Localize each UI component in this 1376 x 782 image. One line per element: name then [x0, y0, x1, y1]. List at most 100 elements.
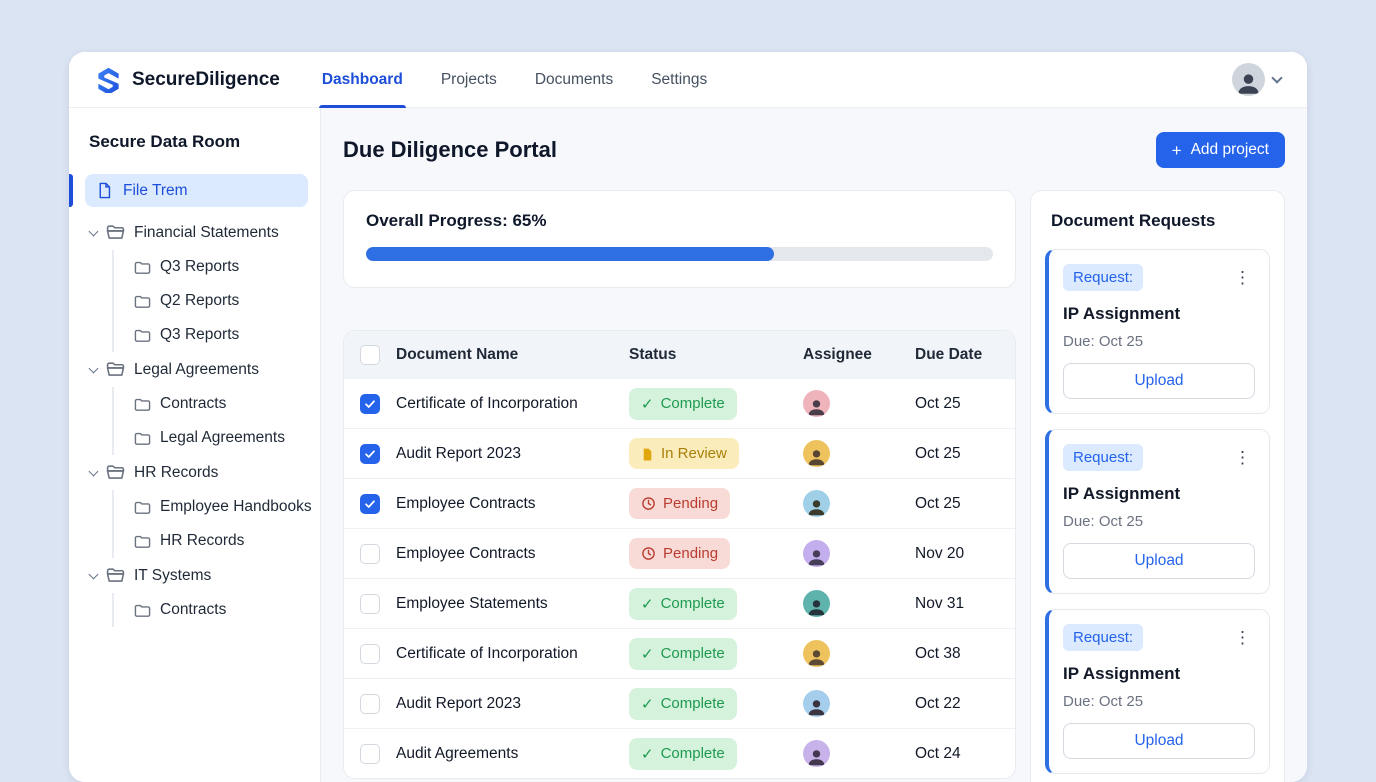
panel-title: Document Requests: [1045, 211, 1270, 231]
documents-table: Document Name Status Assignee Due Date C…: [343, 330, 1016, 779]
brand-name: SecureDiligence: [132, 69, 280, 91]
document-name: Audit Agreements: [396, 745, 613, 763]
folder-open-icon: [106, 566, 125, 585]
user-avatar[interactable]: [1232, 63, 1265, 96]
tree-item[interactable]: Contracts: [114, 387, 320, 421]
due-date: Oct 25: [915, 495, 999, 513]
check-icon: ✓: [641, 745, 654, 763]
table-row: Employee Contracts Pending Oct 25: [344, 478, 1015, 528]
tree-item[interactable]: Q2 Reports: [114, 284, 320, 318]
row-checkbox[interactable]: [360, 394, 380, 414]
nav-projects[interactable]: Projects: [441, 52, 497, 108]
tree-item[interactable]: HR Records: [114, 524, 320, 558]
check-icon: ✓: [641, 645, 654, 663]
sidebar: Secure Data Room File Trem Financial Sta…: [69, 108, 321, 782]
row-checkbox[interactable]: [360, 444, 380, 464]
row-checkbox[interactable]: [360, 644, 380, 664]
kebab-menu-icon[interactable]: ⋮: [1230, 267, 1255, 288]
tree-folder-it-systems[interactable]: IT Systems: [69, 558, 320, 593]
document-name: Employee Contracts: [396, 495, 613, 513]
select-all-checkbox[interactable]: [360, 345, 380, 365]
assignee-avatar: [803, 740, 830, 767]
request-badge: Request:: [1063, 444, 1143, 471]
status-badge: ✓Complete: [629, 738, 737, 770]
check-icon: [364, 498, 376, 510]
folder-icon: [134, 396, 151, 413]
folder-icon: [134, 499, 151, 516]
table-row: Audit Agreements ✓Complete Oct 24: [344, 728, 1015, 778]
request-badge: Request:: [1063, 624, 1143, 651]
tree-item[interactable]: Q3 Reports: [114, 318, 320, 352]
row-checkbox[interactable]: [360, 694, 380, 714]
due-date: Nov 31: [915, 595, 999, 613]
assignee-avatar: [803, 640, 830, 667]
tree-item[interactable]: Q3 Reports: [114, 250, 320, 284]
user-menu[interactable]: [1232, 63, 1281, 96]
request-due: Due: Oct 25: [1063, 333, 1255, 350]
overall-progress-card: Overall Progress: 65%: [343, 190, 1016, 288]
sidebar-item-label: File Trem: [123, 182, 188, 200]
tree-item[interactable]: Legal Agreements: [114, 421, 320, 455]
document-name: Certificate of Incorporation: [396, 645, 613, 663]
row-checkbox[interactable]: [360, 544, 380, 564]
folder-icon: [134, 259, 151, 276]
nav-settings[interactable]: Settings: [651, 52, 707, 108]
assignee-avatar: [803, 440, 830, 467]
folder-open-icon: [106, 360, 125, 379]
due-date: Oct 25: [915, 395, 999, 413]
assignee-avatar: [803, 490, 830, 517]
due-date: Oct 38: [915, 645, 999, 663]
row-checkbox[interactable]: [360, 494, 380, 514]
request-title: IP Assignment: [1063, 304, 1255, 324]
check-icon: ✓: [641, 395, 654, 413]
folder-open-icon: [106, 463, 125, 482]
folder-icon: [134, 602, 151, 619]
clock-icon: [641, 546, 656, 561]
table-row: Certificate of Incorporation ✓Complete O…: [344, 378, 1015, 428]
document-name: Employee Contracts: [396, 545, 613, 563]
request-due: Due: Oct 25: [1063, 513, 1255, 530]
progress-label: Overall Progress: 65%: [366, 211, 993, 231]
table-header-row: Document Name Status Assignee Due Date: [344, 331, 1015, 378]
check-icon: [364, 448, 376, 460]
kebab-menu-icon[interactable]: ⋮: [1230, 447, 1255, 468]
app-window: SecureDiligence Dashboard Projects Docum…: [69, 52, 1307, 782]
kebab-menu-icon[interactable]: ⋮: [1230, 627, 1255, 648]
tree-folder-label: Financial Statements: [134, 224, 279, 242]
row-checkbox[interactable]: [360, 594, 380, 614]
assignee-avatar: [803, 390, 830, 417]
tree-folder-financial-statements[interactable]: Financial Statements: [69, 215, 320, 250]
folder-icon: [134, 293, 151, 310]
upload-button[interactable]: Upload: [1063, 543, 1255, 579]
table-row: Employee Contracts Pending Nov 20: [344, 528, 1015, 578]
brand-logo-icon: [95, 66, 122, 93]
assignee-avatar: [803, 590, 830, 617]
tree-folder-label: IT Systems: [134, 567, 211, 585]
request-card: Request: ⋮ IP Assignment Due: Oct 25 Upl…: [1045, 429, 1270, 594]
row-checkbox[interactable]: [360, 744, 380, 764]
tree-children: Contracts: [112, 593, 320, 627]
tree-folder-hr-records[interactable]: HR Records: [69, 455, 320, 490]
table-row: Audit Report 2023 ✓Complete Oct 22: [344, 678, 1015, 728]
col-header-due-date: Due Date: [915, 346, 999, 364]
request-card: Request: ⋮ IP Assignment Due: Oct 25 Upl…: [1045, 249, 1270, 414]
upload-button[interactable]: Upload: [1063, 723, 1255, 759]
folder-icon: [134, 533, 151, 550]
folder-icon: [134, 327, 151, 344]
upload-button[interactable]: Upload: [1063, 363, 1255, 399]
nav-documents[interactable]: Documents: [535, 52, 613, 108]
due-date: Nov 20: [915, 545, 999, 563]
sidebar-item-file-trem[interactable]: File Trem: [85, 174, 308, 207]
tree-folder-legal-agreements[interactable]: Legal Agreements: [69, 352, 320, 387]
check-icon: ✓: [641, 595, 654, 613]
progress-bar: [366, 247, 993, 261]
tree-item[interactable]: Contracts: [114, 593, 320, 627]
table-row: Audit Report 2023 In Review Oct 25: [344, 428, 1015, 478]
tree-children: Contracts Legal Agreements: [112, 387, 320, 455]
table-row: Certificate of Incorporation ✓Complete O…: [344, 628, 1015, 678]
col-header-assignee: Assignee: [803, 346, 899, 364]
chevron-down-icon: [89, 569, 99, 579]
nav-dashboard[interactable]: Dashboard: [322, 52, 403, 108]
add-project-button[interactable]: + Add project: [1156, 132, 1285, 168]
tree-item[interactable]: Employee Handbooks: [114, 490, 320, 524]
